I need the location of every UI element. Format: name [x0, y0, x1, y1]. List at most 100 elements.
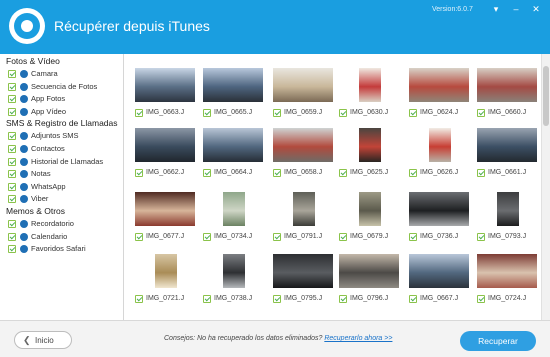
checkbox[interactable] [8, 95, 16, 104]
sidebar-item-recordatorio[interactable]: Recordatorio [8, 218, 122, 230]
photo-item[interactable]: IMG_0734.J [201, 192, 273, 252]
checkbox[interactable] [273, 169, 281, 177]
checkbox[interactable] [273, 109, 281, 117]
checkbox[interactable] [8, 132, 16, 141]
checkbox[interactable] [409, 233, 417, 241]
menu-dropdown-button[interactable]: ▾ [488, 2, 504, 16]
sidebar-item-whatsapp[interactable]: WhatsApp [8, 181, 122, 193]
photo-thumbnail[interactable] [477, 128, 537, 162]
checkbox[interactable] [203, 295, 211, 303]
checkbox[interactable] [339, 233, 347, 241]
photo-thumbnail[interactable] [273, 128, 333, 162]
photo-item[interactable]: IMG_0630.J [337, 68, 409, 128]
checkbox[interactable] [339, 109, 347, 117]
photo-item[interactable]: IMG_0793.J [475, 192, 541, 252]
checkbox[interactable] [8, 170, 16, 179]
checkbox[interactable] [8, 245, 16, 254]
checkbox[interactable] [409, 295, 417, 303]
checkbox[interactable] [8, 145, 16, 153]
home-button[interactable]: ❮ Inicio [14, 331, 72, 349]
checkbox[interactable] [273, 295, 281, 303]
photo-item[interactable]: IMG_0664.J [201, 128, 273, 188]
sidebar-item-calendario[interactable]: Calendario [8, 231, 122, 243]
checkbox[interactable] [8, 220, 16, 228]
sidebar-item-secuencia-de-fotos[interactable]: Secuencia de Fotos [8, 81, 122, 93]
checkbox[interactable] [477, 109, 485, 117]
photo-thumbnail[interactable] [203, 68, 263, 102]
checkbox[interactable] [203, 109, 211, 117]
photo-thumbnail[interactable] [359, 68, 381, 102]
scrollbar[interactable] [541, 54, 550, 320]
photo-thumbnail[interactable] [135, 68, 195, 102]
checkbox[interactable] [135, 295, 143, 303]
close-button[interactable]: ✕ [528, 2, 544, 16]
photo-thumbnail[interactable] [273, 254, 333, 288]
photo-item[interactable]: IMG_0736.J [407, 192, 479, 252]
checkbox[interactable] [135, 169, 143, 177]
photo-item[interactable]: IMG_0658.J [271, 128, 343, 188]
photo-thumbnail[interactable] [293, 192, 315, 226]
checkbox[interactable] [339, 295, 347, 303]
checkbox[interactable] [8, 195, 16, 204]
photo-thumbnail[interactable] [409, 68, 469, 102]
photo-item[interactable]: IMG_0663.J [133, 68, 205, 128]
sidebar-item-viber[interactable]: Viber [8, 193, 122, 205]
checkbox[interactable] [8, 70, 16, 78]
photo-thumbnail[interactable] [339, 254, 399, 288]
photo-thumbnail[interactable] [223, 192, 245, 226]
photo-item[interactable]: IMG_0660.J [475, 68, 541, 128]
checkbox[interactable] [477, 295, 485, 303]
checkbox[interactable] [339, 169, 347, 177]
checkbox[interactable] [409, 109, 417, 117]
photo-thumbnail[interactable] [477, 254, 537, 288]
photo-item[interactable]: IMG_0665.J [201, 68, 273, 128]
photo-thumbnail[interactable] [409, 254, 469, 288]
sidebar-item-adjuntos-sms[interactable]: Adjuntos SMS [8, 130, 122, 142]
photo-item[interactable]: IMG_0677.J [133, 192, 205, 252]
sidebar-item-favoridos-safari[interactable]: Favoridos Safari [8, 243, 122, 255]
photo-thumbnail[interactable] [409, 192, 469, 226]
photo-item[interactable]: IMG_0667.J [407, 254, 479, 314]
photo-item[interactable]: IMG_0624.J [407, 68, 479, 128]
photo-thumbnail[interactable] [135, 128, 195, 162]
sidebar-item-app-fotos[interactable]: App Fotos [8, 93, 122, 105]
checkbox[interactable] [409, 169, 417, 177]
photo-item[interactable]: IMG_0738.J [201, 254, 273, 314]
photo-thumbnail[interactable] [429, 128, 451, 162]
photo-item[interactable]: IMG_0791.J [271, 192, 343, 252]
checkbox[interactable] [8, 232, 16, 241]
sidebar-item-historial-de-llamadas[interactable]: Historial de Llamadas [8, 156, 122, 168]
photo-item[interactable]: IMG_0796.J [337, 254, 409, 314]
photo-thumbnail[interactable] [203, 128, 263, 162]
photo-item[interactable]: IMG_0724.J [475, 254, 541, 314]
photo-thumbnail[interactable] [273, 68, 333, 102]
checkbox[interactable] [8, 182, 16, 191]
photo-thumbnail[interactable] [155, 254, 177, 288]
sidebar-item-camara[interactable]: Camara [8, 68, 122, 80]
photo-thumbnail[interactable] [497, 192, 519, 226]
recover-button[interactable]: Recuperar [460, 331, 536, 351]
photo-thumbnail[interactable] [359, 128, 381, 162]
photo-thumbnail[interactable] [359, 192, 381, 226]
checkbox[interactable] [477, 169, 485, 177]
checkbox[interactable] [203, 233, 211, 241]
checkbox[interactable] [135, 233, 143, 241]
photo-thumbnail[interactable] [223, 254, 245, 288]
checkbox[interactable] [273, 233, 281, 241]
photo-thumbnail[interactable] [477, 68, 537, 102]
sidebar-item-app-v-deo[interactable]: App Vídeo [8, 106, 122, 118]
checkbox[interactable] [135, 109, 143, 117]
recover-now-link[interactable]: Recuperarlo ahora >> [324, 335, 392, 342]
photo-item[interactable]: IMG_0721.J [133, 254, 205, 314]
checkbox[interactable] [203, 169, 211, 177]
photo-item[interactable]: IMG_0661.J [475, 128, 541, 188]
sidebar-item-contactos[interactable]: Contactos [8, 143, 122, 155]
scrollbar-thumb[interactable] [543, 66, 549, 126]
photo-item[interactable]: IMG_0679.J [337, 192, 409, 252]
photo-item[interactable]: IMG_0795.J [271, 254, 343, 314]
checkbox[interactable] [477, 233, 485, 241]
photo-item[interactable]: IMG_0625.J [337, 128, 409, 188]
checkbox[interactable] [8, 82, 16, 91]
checkbox[interactable] [8, 157, 16, 166]
photo-item[interactable]: IMG_0662.J [133, 128, 205, 188]
